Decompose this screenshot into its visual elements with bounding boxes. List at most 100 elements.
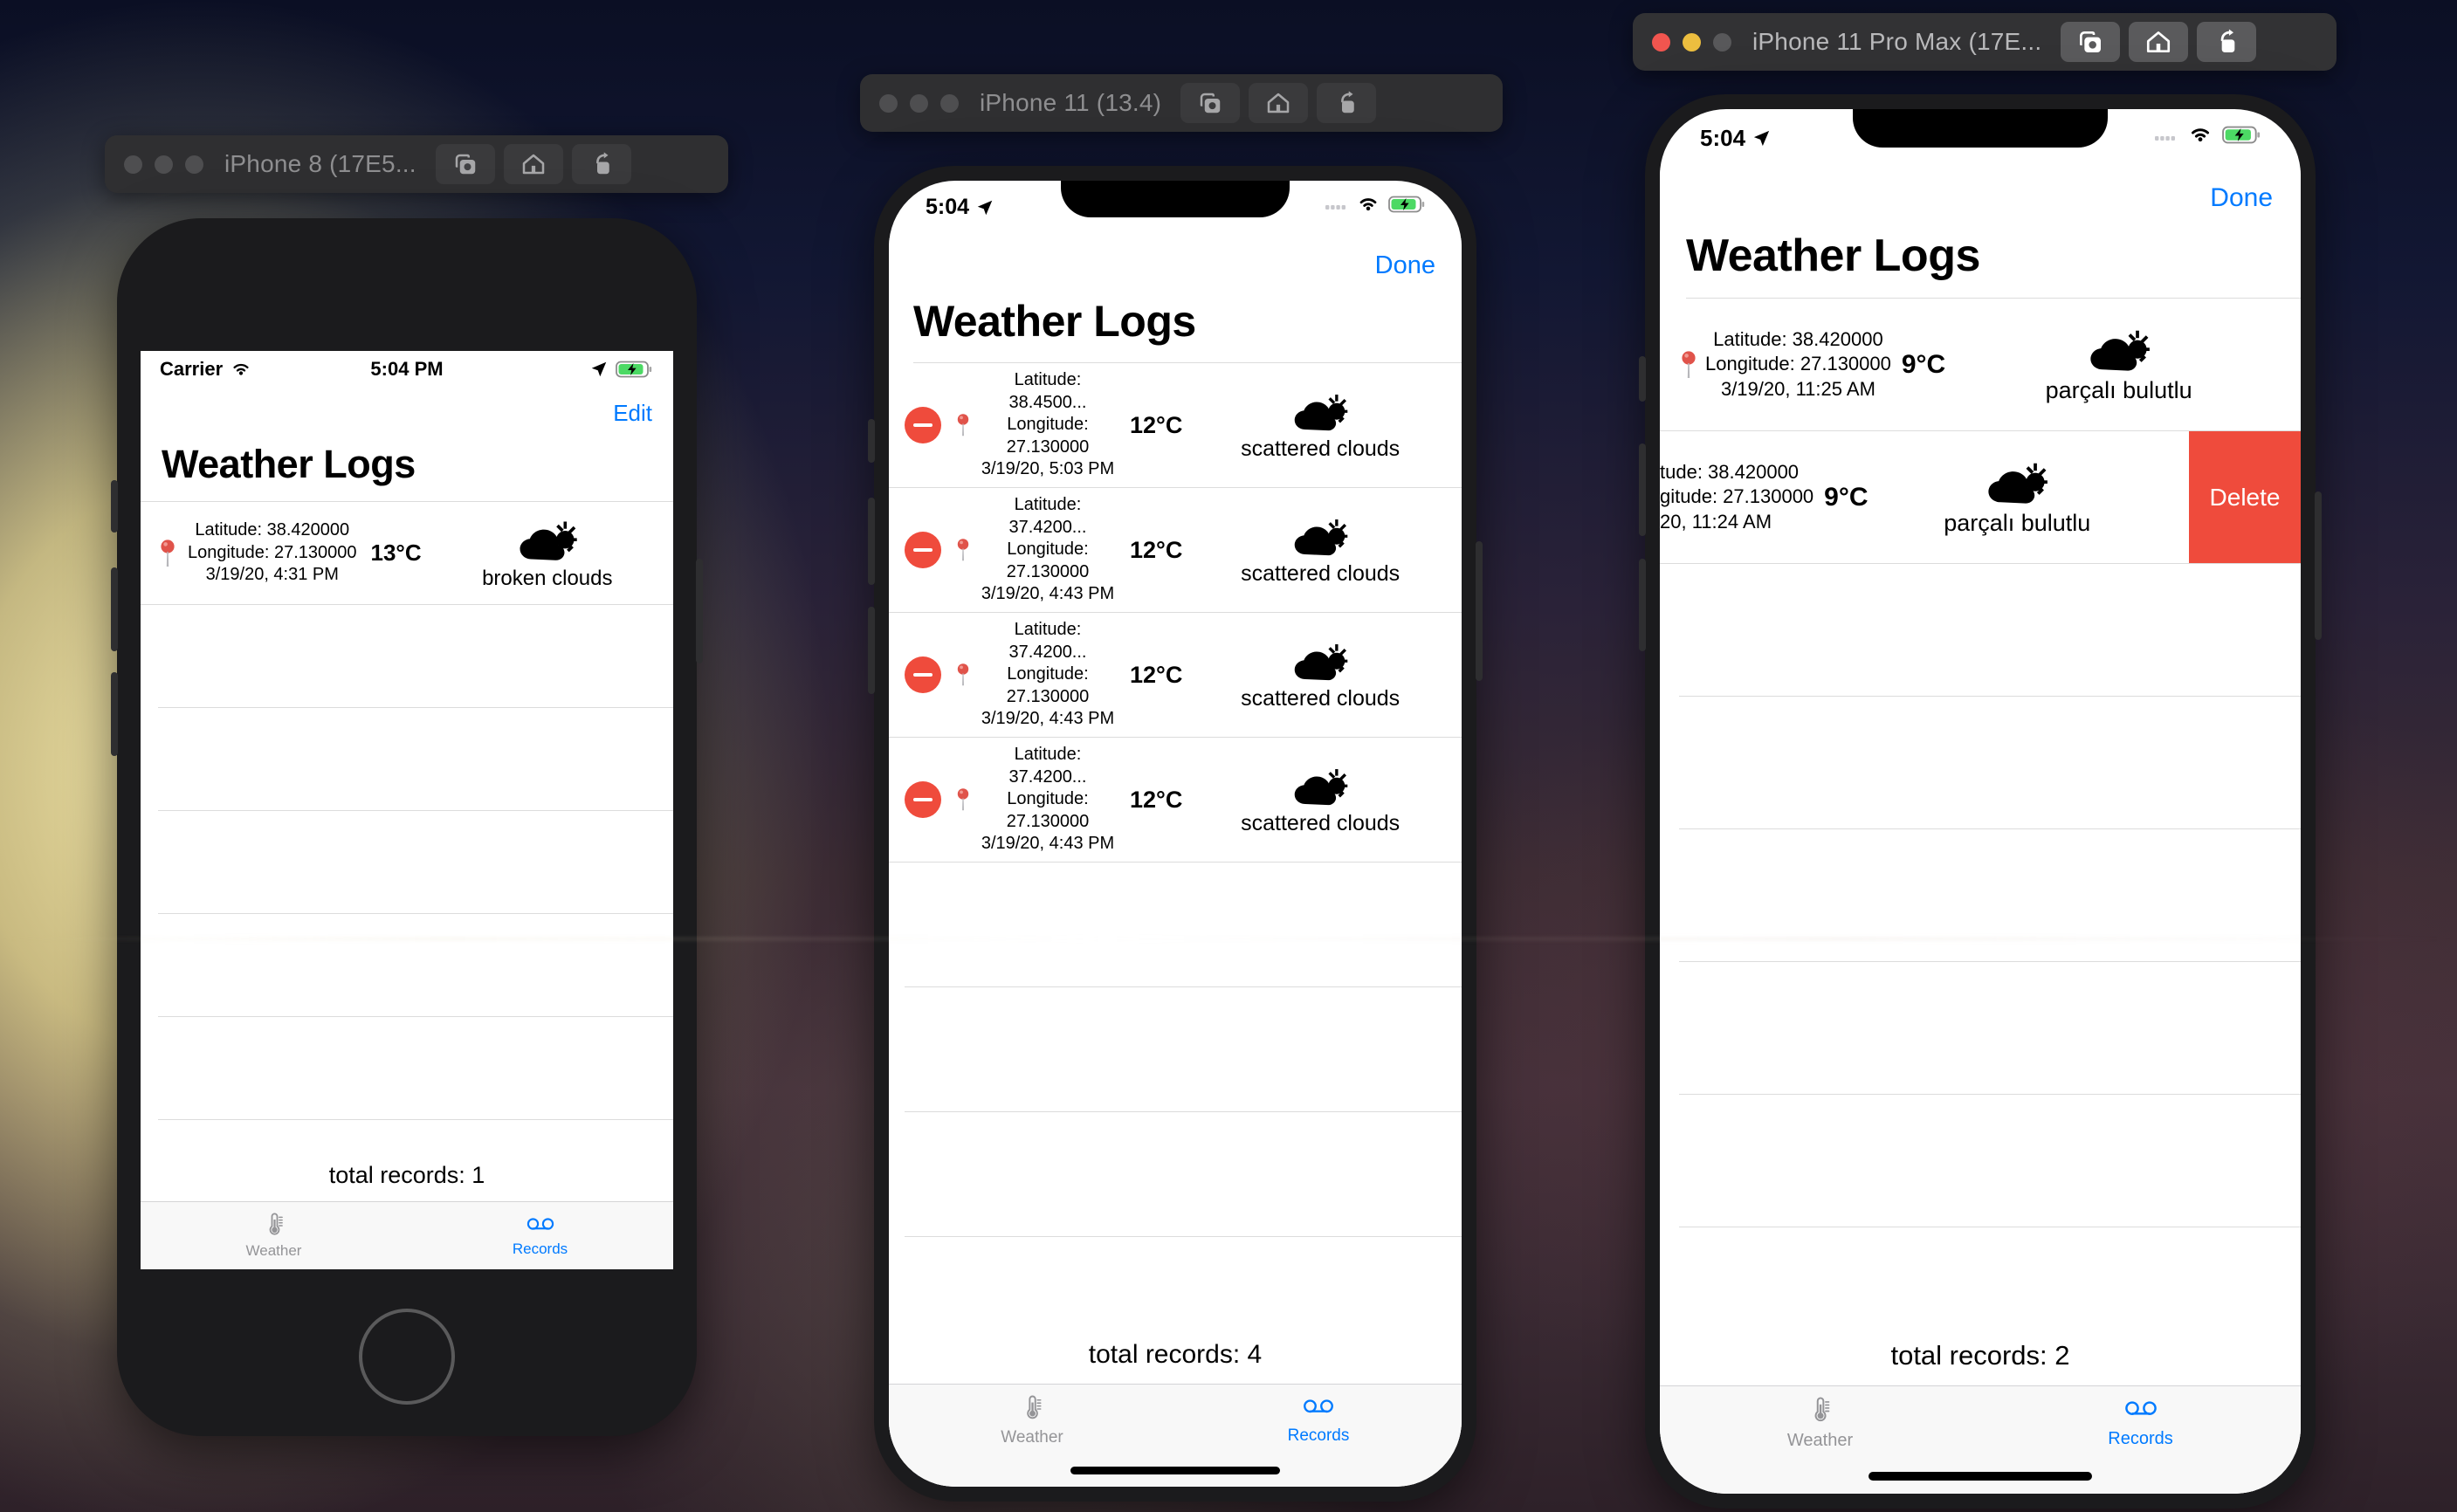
titlebar-iphone11promax[interactable]: iPhone 11 Pro Max (17E... [1633, 13, 2337, 71]
table-row[interactable]: Latitude: 38.420000 Longitude: 27.130000… [1660, 299, 2301, 431]
volume-down-button[interactable] [868, 607, 875, 694]
titlebar-iphone11[interactable]: iPhone 11 (13.4) [860, 74, 1503, 132]
minus-icon [913, 798, 933, 801]
records-list-iphone8[interactable]: Latitude: 38.420000 Longitude: 27.130000… [141, 502, 673, 1151]
home-button[interactable] [1249, 83, 1309, 123]
power-button[interactable] [696, 559, 703, 663]
mute-switch[interactable] [868, 419, 875, 463]
longitude-text: gitude: 27.130000 [1660, 485, 1814, 508]
longitude-label: Longitude: [1007, 664, 1089, 684]
close-button[interactable] [879, 93, 898, 113]
share-button[interactable] [1317, 83, 1377, 123]
screenshot-button[interactable] [2061, 22, 2121, 62]
volume-up-button[interactable] [1639, 443, 1646, 536]
weather-description: scattered clouds [1241, 685, 1401, 711]
table-row[interactable]: Latitude: 38.420000 Longitude: 27.130000… [141, 502, 673, 605]
close-button[interactable] [1652, 32, 1670, 52]
tab-bar-iphone8[interactable]: Weather Records [141, 1201, 673, 1269]
window-controls-iphone8[interactable] [124, 155, 203, 174]
tab-label: Records [2108, 1429, 2173, 1448]
home-button[interactable] [503, 144, 563, 184]
map-pin-icon [957, 788, 969, 811]
volume-down-button[interactable] [1639, 559, 1646, 651]
timestamp-text: 3/19/20, 11:25 AM [1720, 377, 1875, 400]
row-delete-toggle[interactable] [905, 407, 941, 443]
zoom-button[interactable] [940, 93, 959, 113]
power-button[interactable] [2315, 491, 2322, 640]
records-list-iphone11[interactable]: Latitude: 38.4500... Longitude: 27.13000… [889, 363, 1462, 1328]
window-toolbar-iphone11[interactable] [1180, 83, 1377, 123]
wifi-icon [2191, 128, 2210, 142]
home-indicator[interactable] [1070, 1467, 1280, 1474]
tab-label: Weather [1001, 1428, 1063, 1447]
window-toolbar-iphone11promax[interactable] [2061, 22, 2257, 62]
volume-up-button[interactable] [111, 567, 118, 651]
minimize-button[interactable] [910, 93, 928, 113]
empty-list-row [905, 1237, 1462, 1328]
titlebar-iphone8[interactable]: iPhone 8 (17E5... [105, 135, 728, 193]
map-pin-icon [957, 539, 969, 561]
share-button[interactable] [571, 144, 631, 184]
row-delete-toggle[interactable] [905, 532, 941, 568]
zoom-button[interactable] [1713, 32, 1731, 52]
screenshot-button[interactable] [1180, 83, 1241, 123]
record-location-info: Latitude: 38.4500... Longitude: 27.13000… [974, 369, 1121, 481]
record-location-info: Latitude: 38.420000 Longitude: 27.130000… [188, 519, 357, 587]
latitude-text: tude: 38.420000 [1660, 461, 1800, 484]
table-row[interactable]: Latitude: 37.4200... Longitude: 27.13000… [889, 738, 1462, 863]
power-button[interactable] [1476, 541, 1483, 681]
window-toolbar-iphone8[interactable] [435, 144, 631, 184]
empty-list-row [158, 708, 673, 811]
map-pin-icon [1682, 350, 1696, 378]
tab-records[interactable]: Records [407, 1202, 673, 1269]
table-row-swiped[interactable]: tude: 38.420000 gitude: 27.130000 20, 11… [1660, 431, 2301, 564]
cloud-sun-icon [1294, 394, 1348, 430]
navbar-iphone11: Done [889, 238, 1462, 292]
weather-description: scattered clouds [1241, 436, 1401, 461]
table-row[interactable]: Latitude: 37.4200... Longitude: 27.13000… [889, 488, 1462, 613]
window-controls-iphone11promax[interactable] [1652, 32, 1731, 52]
minimize-button[interactable] [1683, 32, 1701, 52]
edit-button[interactable]: Edit [613, 400, 652, 427]
share-icon [2220, 29, 2235, 52]
zoom-button[interactable] [185, 155, 203, 174]
window-title: iPhone 11 Pro Max (17E... [1752, 28, 2042, 55]
table-row[interactable]: Latitude: 37.4200... Longitude: 27.13000… [889, 613, 1462, 738]
tab-weather[interactable]: Weather [141, 1202, 407, 1269]
done-button[interactable]: Done [2210, 183, 2273, 213]
longitude-label: Longitude: [1007, 415, 1089, 435]
share-button[interactable] [2197, 22, 2257, 62]
row-delete-toggle[interactable] [905, 781, 941, 818]
volume-down-button[interactable] [111, 672, 118, 756]
page-title: Weather Logs [913, 297, 1196, 346]
minus-icon [913, 423, 933, 427]
simulator-window-iphone11promax[interactable]: iPhone 11 Pro Max (17E... 5:04 Done Weat… [1633, 13, 2340, 1509]
screenshot-button[interactable] [435, 144, 495, 184]
row-delete-toggle[interactable] [905, 656, 941, 693]
records-list-iphone11promax[interactable]: Latitude: 38.420000 Longitude: 27.130000… [1660, 299, 2301, 1328]
temperature-label: 12°C [1130, 786, 1183, 813]
temperature-label: 12°C [1130, 661, 1183, 688]
home-indicator[interactable] [1869, 1472, 2092, 1481]
total-records-label: total records: 4 [889, 1328, 1462, 1384]
table-row[interactable]: Latitude: 38.4500... Longitude: 27.13000… [889, 363, 1462, 488]
mute-switch[interactable] [111, 480, 118, 533]
home-button[interactable] [2129, 22, 2189, 62]
location-arrow-icon [977, 200, 993, 215]
latitude-text: Latitude: 38.420000 [1713, 328, 1883, 351]
home-button-hardware[interactable] [359, 1309, 455, 1405]
close-button[interactable] [124, 155, 142, 174]
tab-label: Weather [1786, 1431, 1854, 1450]
weather-description: scattered clouds [1241, 560, 1401, 586]
window-controls-iphone11[interactable] [879, 93, 959, 113]
navbar-iphone8: Edit [141, 388, 673, 438]
simulator-window-iphone11[interactable]: iPhone 11 (13.4) 5:04 Done Weather Logs … [860, 74, 1506, 1502]
minimize-button[interactable] [155, 155, 173, 174]
latitude-text: Latitude: 38.420000 [195, 520, 350, 540]
mute-switch[interactable] [1639, 356, 1646, 402]
done-button[interactable]: Done [1375, 251, 1435, 280]
volume-up-button[interactable] [868, 498, 875, 585]
simulator-window-iphone8[interactable]: iPhone 8 (17E5... Carrier 5:04 PM Edit W… [105, 135, 733, 1436]
delete-button[interactable]: Delete [2189, 431, 2301, 563]
cloud-sun-icon [1294, 643, 1348, 680]
